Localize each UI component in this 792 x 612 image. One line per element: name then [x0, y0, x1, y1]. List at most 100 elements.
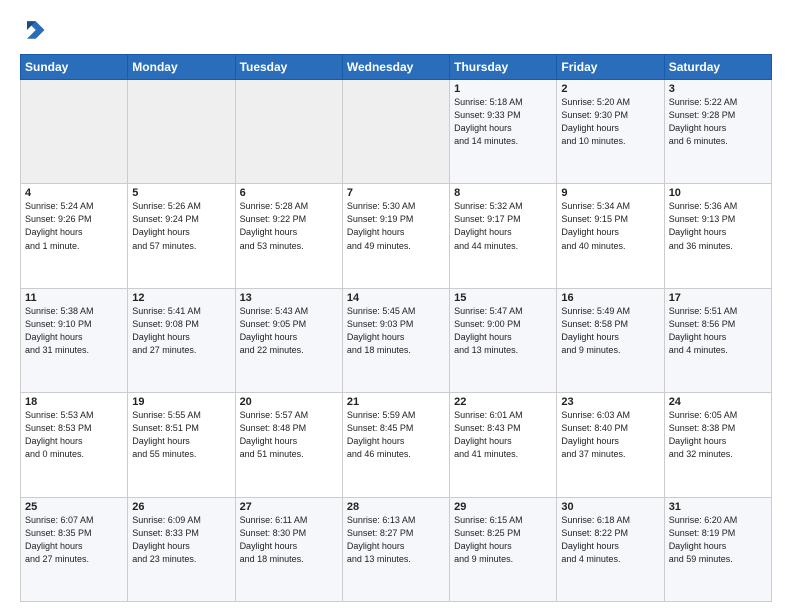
sunrise: Sunrise: 5:45 AM [347, 306, 416, 316]
calendar-week-2: 4Sunrise: 5:24 AMSunset: 9:26 PMDaylight… [21, 184, 772, 288]
sunset: Sunset: 8:53 PM [25, 423, 92, 433]
day-info: Sunrise: 5:51 AMSunset: 8:56 PMDaylight … [669, 305, 767, 357]
day-number: 5 [132, 187, 230, 199]
calendar-header-row: SundayMondayTuesdayWednesdayThursdayFrid… [21, 55, 772, 80]
daylight-label: Daylight hours [347, 436, 405, 446]
day-info: Sunrise: 6:11 AMSunset: 8:30 PMDaylight … [240, 514, 338, 566]
day-info: Sunrise: 5:55 AMSunset: 8:51 PMDaylight … [132, 409, 230, 461]
calendar-week-5: 25Sunrise: 6:07 AMSunset: 8:35 PMDayligh… [21, 497, 772, 601]
day-number: 19 [132, 396, 230, 408]
sunrise: Sunrise: 5:18 AM [454, 97, 523, 107]
sunrise: Sunrise: 5:59 AM [347, 410, 416, 420]
daylight-label: Daylight hours [454, 123, 512, 133]
day-number: 23 [561, 396, 659, 408]
daylight-label: Daylight hours [669, 227, 727, 237]
sunset: Sunset: 9:30 PM [561, 110, 628, 120]
day-number: 29 [454, 501, 552, 513]
calendar-cell-28: 28 Sunrise: 6:13 AM Sunset: 8:27 PM Dayligh… [342, 497, 449, 601]
page: SundayMondayTuesdayWednesdayThursdayFrid… [0, 0, 792, 612]
day-info: Sunrise: 5:26 AMSunset: 9:24 PMDaylight … [132, 200, 230, 252]
day-info: Sunrise: 5:53 AM Sunset: 8:53 PM Daylight … [25, 409, 123, 461]
calendar-cell-empty [235, 80, 342, 184]
day-info: Sunrise: 5:59 AMSunset: 8:45 PMDaylight … [347, 409, 445, 461]
sunset: Sunset: 9:10 PM [25, 319, 92, 329]
day-number: 18 [25, 396, 123, 408]
day-number: 9 [561, 187, 659, 199]
daylight-duration: and 6 minutes. [669, 136, 728, 146]
sunrise: Sunrise: 6:15 AM [454, 515, 523, 525]
day-info: Sunrise: 6:18 AMSunset: 8:22 PMDaylight … [561, 514, 659, 566]
sunrise: Sunrise: 6:07 AM [25, 515, 94, 525]
day-number: 10 [669, 187, 767, 199]
day-number: 6 [240, 187, 338, 199]
daylight-label: Daylight hours [347, 541, 405, 551]
daylight-label: Daylight hours [132, 436, 190, 446]
sunset: Sunset: 8:51 PM [132, 423, 199, 433]
daylight-label: Daylight hours [25, 227, 83, 237]
calendar-week-3: 11Sunrise: 5:38 AMSunset: 9:10 PMDayligh… [21, 288, 772, 392]
daylight-duration: and 37 minutes. [561, 449, 625, 459]
day-number: 27 [240, 501, 338, 513]
sunrise: Sunrise: 5:38 AM [25, 306, 94, 316]
daylight-label: Daylight hours [561, 227, 619, 237]
day-number: 24 [669, 396, 767, 408]
daylight-duration: and 32 minutes. [669, 449, 733, 459]
sunrise: Sunrise: 5:34 AM [561, 201, 630, 211]
sunset: Sunset: 8:27 PM [347, 528, 414, 538]
daylight-label: Daylight hours [454, 332, 512, 342]
calendar-cell-14: 14Sunrise: 5:45 AMSunset: 9:03 PMDayligh… [342, 288, 449, 392]
sunset: Sunset: 8:38 PM [669, 423, 736, 433]
sunset: Sunset: 8:58 PM [561, 319, 628, 329]
day-number: 14 [347, 292, 445, 304]
day-info: Sunrise: 5:30 AMSunset: 9:19 PMDaylight … [347, 200, 445, 252]
sunrise: Sunrise: 5:53 AM [25, 410, 94, 420]
sunset: Sunset: 9:22 PM [240, 214, 307, 224]
daylight-duration: and 41 minutes. [454, 449, 518, 459]
sunrise: Sunrise: 6:01 AM [454, 410, 523, 420]
calendar-cell-16: 16Sunrise: 5:49 AMSunset: 8:58 PMDayligh… [557, 288, 664, 392]
day-number: 30 [561, 501, 659, 513]
daylight-label: Daylight hours [669, 541, 727, 551]
calendar-cell-29: 29Sunrise: 6:15 AMSunset: 8:25 PMDayligh… [450, 497, 557, 601]
day-info: Sunrise: 5:24 AMSunset: 9:26 PMDaylight … [25, 200, 123, 252]
day-info: Sunrise: 6:03 AMSunset: 8:40 PMDaylight … [561, 409, 659, 461]
day-number: 17 [669, 292, 767, 304]
day-info: Sunrise: 5:41 AMSunset: 9:08 PMDaylight … [132, 305, 230, 357]
day-info: Sunrise: 6:09 AMSunset: 8:33 PMDaylight … [132, 514, 230, 566]
daylight-label: Daylight hours [25, 436, 83, 446]
daylight-duration: and 36 minutes. [669, 241, 733, 251]
daylight-duration: and 53 minutes. [240, 241, 304, 251]
sunrise: Sunrise: 5:51 AM [669, 306, 738, 316]
day-info: Sunrise: 5:38 AMSunset: 9:10 PMDaylight … [25, 305, 123, 357]
day-number: 8 [454, 187, 552, 199]
day-number: 26 [132, 501, 230, 513]
daylight-duration: and 0 minutes. [25, 449, 84, 459]
daylight-duration: and 51 minutes. [240, 449, 304, 459]
sunrise: Sunrise: 6:13 AM [347, 515, 416, 525]
day-number: 16 [561, 292, 659, 304]
daylight-label: Daylight hours [454, 541, 512, 551]
daylight-duration: and 49 minutes. [347, 241, 411, 251]
calendar-cell-24: 24Sunrise: 6:05 AMSunset: 8:38 PMDayligh… [664, 393, 771, 497]
day-number: 28 [347, 501, 445, 513]
daylight-duration: and 18 minutes. [240, 554, 304, 564]
calendar-cell-empty [128, 80, 235, 184]
daylight-duration: and 4 minutes. [561, 554, 620, 564]
sunrise: Sunrise: 6:20 AM [669, 515, 738, 525]
day-of-week-thursday: Thursday [450, 55, 557, 80]
calendar-cell-25: 25Sunrise: 6:07 AMSunset: 8:35 PMDayligh… [21, 497, 128, 601]
day-info: Sunrise: 5:36 AMSunset: 9:13 PMDaylight … [669, 200, 767, 252]
logo-icon [20, 16, 48, 44]
day-of-week-sunday: Sunday [21, 55, 128, 80]
sunset: Sunset: 8:43 PM [454, 423, 521, 433]
daylight-label: Daylight hours [669, 436, 727, 446]
daylight-label: Daylight hours [561, 123, 619, 133]
day-number: 20 [240, 396, 338, 408]
sunset: Sunset: 9:08 PM [132, 319, 199, 329]
daylight-label: Daylight hours [132, 332, 190, 342]
daylight-label: Daylight hours [347, 332, 405, 342]
day-of-week-friday: Friday [557, 55, 664, 80]
daylight-duration: and 1 minute. [25, 241, 80, 251]
daylight-duration: and 4 minutes. [669, 345, 728, 355]
sunset: Sunset: 9:24 PM [132, 214, 199, 224]
